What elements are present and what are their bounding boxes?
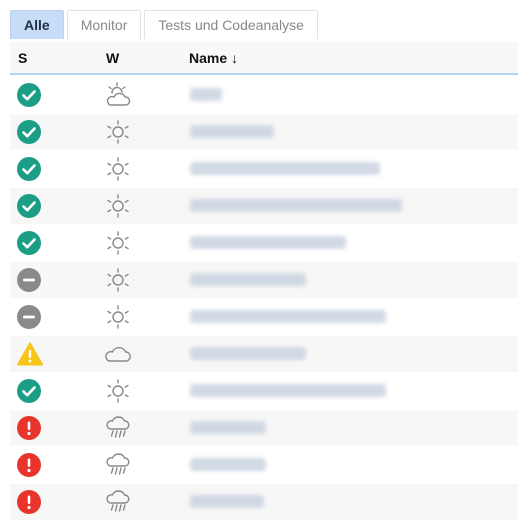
status-neutral-icon (17, 268, 41, 292)
job-list: _Test job-cleaner job-pipeline-build-upd… (10, 77, 518, 521)
table-row: job-pipeline-release (10, 225, 518, 262)
status-success-icon (17, 379, 41, 403)
status-success-icon (17, 120, 41, 144)
status-warning-icon (17, 342, 43, 366)
table-row: m-rel-prod-monitor-schedule (10, 299, 518, 336)
weather-sun-icon (104, 267, 132, 293)
column-header-weather[interactable]: W (106, 50, 119, 66)
column-header-name[interactable]: Name ↓ (189, 50, 238, 66)
tab-monitor[interactable]: Monitor (66, 10, 142, 39)
table-row: job-pipeline-deployment-prod (10, 188, 518, 225)
weather-cloud-icon (104, 341, 132, 367)
tab-alle[interactable]: Alle (10, 10, 64, 39)
job-name-link[interactable]: job-cleaner (190, 125, 274, 138)
table-row: m-rel-prod-monitor (10, 336, 518, 373)
job-name-link[interactable]: m-rel-prod-monitor (190, 273, 306, 286)
status-error-icon (17, 490, 41, 514)
weather-cloud-sun-icon (104, 82, 132, 108)
table-row: m-rel-prod-monitor (10, 262, 518, 299)
table-row: job-cleaner (10, 114, 518, 151)
tab-tests[interactable]: Tests und Codeanalyse (144, 10, 318, 39)
status-success-icon (17, 157, 41, 181)
job-name-link[interactable]: m-rel-prod-monitor-schedule (190, 384, 386, 397)
status-success-icon (17, 83, 41, 107)
view-tabs: Alle Monitor Tests und Codeanalyse (10, 10, 321, 40)
weather-sun-icon (104, 378, 132, 404)
table-row: test-c-dev (10, 484, 518, 521)
table-row: job-pipeline-build-update (10, 151, 518, 188)
table-row: test-b-main (10, 447, 518, 484)
column-header-status[interactable]: S (18, 50, 27, 66)
job-name-link[interactable]: job-pipeline-release (190, 236, 346, 249)
table-row: m-rel-prod-monitor-schedule (10, 373, 518, 410)
job-name-link[interactable]: _Test (190, 88, 222, 101)
job-name-link[interactable]: test-c-dev (190, 495, 264, 508)
job-name-link[interactable]: test-a-main (190, 421, 266, 434)
weather-rain-icon (104, 415, 132, 441)
weather-rain-icon (104, 452, 132, 478)
weather-sun-icon (104, 230, 132, 256)
status-success-icon (17, 194, 41, 218)
job-name-link[interactable]: test-b-main (190, 458, 266, 471)
weather-sun-icon (104, 193, 132, 219)
job-name-link[interactable]: job-pipeline-deployment-prod (190, 199, 402, 212)
table-row: _Test (10, 77, 518, 114)
job-name-link[interactable]: job-pipeline-build-update (190, 162, 380, 175)
job-name-link[interactable]: m-rel-prod-monitor-schedule (190, 310, 386, 323)
job-name-link[interactable]: m-rel-prod-monitor (190, 347, 306, 360)
table-row: test-a-main (10, 410, 518, 447)
weather-sun-icon (104, 304, 132, 330)
status-error-icon (17, 416, 41, 440)
status-neutral-icon (17, 305, 41, 329)
weather-sun-icon (104, 119, 132, 145)
status-success-icon (17, 231, 41, 255)
weather-sun-icon (104, 156, 132, 182)
table-header: S W Name ↓ (10, 42, 518, 75)
status-error-icon (17, 453, 41, 477)
